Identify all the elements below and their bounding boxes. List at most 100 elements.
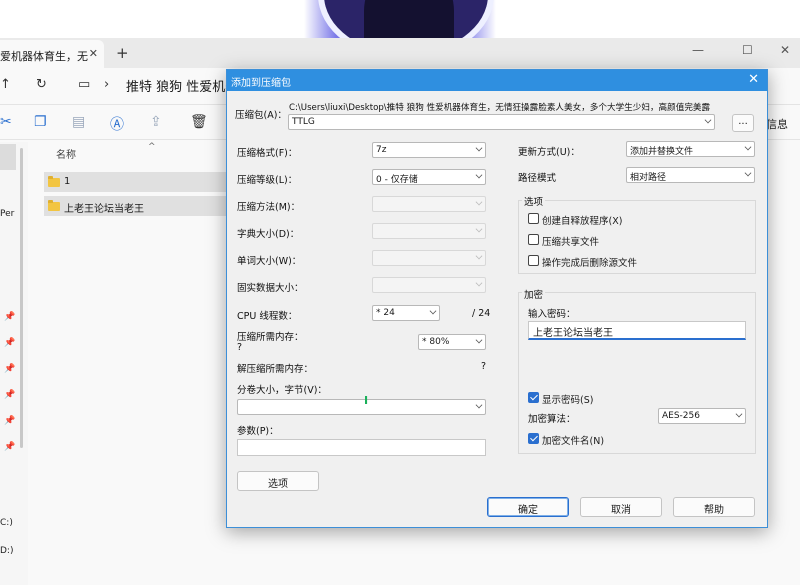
params-label: 参数(P)： — [237, 426, 279, 437]
chevron-down-icon — [744, 143, 752, 151]
chevron-down-icon — [475, 144, 483, 152]
level-value: 0 - 仅存储 — [376, 175, 418, 185]
chevron-down-icon — [475, 252, 483, 260]
folder-icon — [48, 200, 60, 211]
chevron-down-icon — [475, 401, 483, 409]
solid-select[interactable] — [372, 277, 486, 293]
share-icon[interactable]: ⇪ — [150, 114, 162, 130]
explorer-tab-bar: 爱机器体育生，无 ✕ + — ☐ ✕ — [0, 38, 800, 68]
nav-drive-d[interactable]: D:) — [0, 546, 13, 556]
password-label: 输入密码： — [528, 309, 576, 320]
word-select[interactable] — [372, 250, 486, 266]
chevron-down-icon — [475, 279, 483, 287]
folder-icon — [48, 176, 60, 187]
browse-button[interactable]: ... — [732, 114, 754, 132]
chevron-down-icon — [704, 116, 712, 124]
ok-button[interactable]: 确定 — [487, 497, 569, 517]
nav-item-label[interactable]: Per — [0, 209, 14, 219]
nav-selected-item[interactable] — [0, 144, 16, 170]
dict-select[interactable] — [372, 223, 486, 239]
chevron-down-icon — [744, 169, 752, 177]
explorer-tab[interactable]: 爱机器体育生，无 ✕ — [0, 40, 104, 68]
level-select[interactable]: 0 - 仅存储 — [372, 169, 486, 185]
chevron-down-icon — [429, 307, 437, 315]
delete-after-label: 操作完成后删除源文件 — [542, 258, 638, 269]
options-group-title: 选项 — [522, 194, 546, 208]
dialog-titlebar: 添加到压缩包 ✕ — [227, 70, 767, 91]
show-password-label: 显示密码(S) — [542, 395, 594, 406]
nav-scrollbar[interactable] — [20, 148, 23, 448]
close-icon[interactable]: ✕ — [748, 72, 759, 87]
sort-up-icon: ^ — [148, 142, 156, 152]
archive-name-combo[interactable]: TTLG — [288, 114, 715, 130]
text-cursor-icon: I — [364, 394, 369, 407]
cut-icon[interactable]: ✂ — [0, 114, 12, 130]
chevron-right-icon[interactable]: › — [104, 77, 109, 92]
encryption-method-value: AES-256 — [662, 411, 700, 421]
update-mode-select[interactable]: 添加并替换文件 — [626, 141, 755, 157]
sfx-checkbox[interactable]: 创建自释放程序(X) — [528, 213, 622, 227]
details-button[interactable]: 信息 — [766, 116, 788, 132]
close-window-icon[interactable]: ✕ — [780, 43, 790, 57]
pin-icon: 📌 — [4, 442, 16, 452]
update-label: 更新方式(U)： — [518, 147, 580, 158]
dialog-title: 添加到压缩包 — [231, 78, 291, 89]
sfx-label: 创建自释放程序(X) — [542, 216, 623, 227]
cpu-total: / 24 — [472, 308, 491, 319]
file-row[interactable]: 1 — [44, 172, 230, 192]
chevron-down-icon — [475, 171, 483, 179]
file-name: 上老王论坛当老王 — [64, 204, 144, 215]
password-input[interactable]: 上老王论坛当老王 — [528, 321, 746, 340]
decomp-value: ? — [481, 361, 487, 372]
copy-icon[interactable]: ❐ — [34, 114, 47, 130]
format-select[interactable]: 7z — [372, 142, 486, 158]
computer-icon: ▭ — [78, 77, 91, 92]
shared-files-label: 压缩共享文件 — [542, 237, 600, 248]
rename-icon[interactable]: Ⓐ — [110, 114, 124, 134]
new-tab-icon[interactable]: + — [116, 44, 129, 62]
archive-label: 压缩包(A)： — [235, 110, 287, 121]
level-label: 压缩等级(L)： — [237, 175, 298, 186]
delete-icon[interactable]: 🗑 — [190, 114, 208, 130]
method-select[interactable] — [372, 196, 486, 212]
paste-icon[interactable]: ▤ — [72, 114, 85, 130]
archive-path: C:\Users\liuxi\Desktop\推特 狼狗 性爱机器体育生，无情狂… — [289, 103, 711, 113]
cpu-select[interactable]: * 24 — [372, 305, 440, 321]
chevron-down-icon — [475, 336, 483, 344]
file-name: 1 — [64, 176, 71, 187]
cancel-button[interactable]: 取消 — [580, 497, 662, 517]
explorer-tab-title: 爱机器体育生，无 — [0, 50, 88, 63]
up-arrow-icon[interactable]: ↑ — [0, 77, 11, 92]
encrypt-names-checkbox[interactable]: 加密文件名(N) — [528, 433, 604, 447]
word-label: 单词大小(W)： — [237, 256, 302, 267]
path-mode-value: 相对路径 — [630, 173, 667, 183]
shared-files-checkbox[interactable]: 压缩共享文件 — [528, 234, 599, 248]
close-tab-icon[interactable]: ✕ — [89, 47, 98, 60]
path-mode-select[interactable]: 相对路径 — [626, 167, 755, 183]
navigation-pane: Per 📌 📌 📌 📌 📌 📌 C:) D:) — [0, 142, 28, 585]
archive-name-value: TTLG — [292, 117, 315, 127]
chevron-down-icon — [475, 225, 483, 233]
options-button[interactable]: 选项 — [237, 471, 319, 491]
update-mode-value: 添加并替换文件 — [630, 147, 694, 157]
format-value: 7z — [376, 145, 387, 155]
maximize-icon[interactable]: ☐ — [742, 43, 753, 57]
pin-icon: 📌 — [4, 390, 16, 400]
delete-after-checkbox[interactable]: 操作完成后删除源文件 — [528, 255, 637, 269]
split-size-combo[interactable] — [237, 399, 486, 415]
column-header-name[interactable]: 名称 — [56, 146, 76, 161]
checkbox-box — [528, 213, 539, 224]
path-mode-label: 路径模式 — [518, 173, 557, 184]
file-row[interactable]: 上老王论坛当老王 — [44, 196, 230, 216]
refresh-icon[interactable]: ↻ — [36, 77, 47, 92]
help-button[interactable]: 帮助 — [673, 497, 755, 517]
nav-drive-c[interactable]: C:) — [0, 518, 13, 528]
params-input[interactable] — [237, 439, 486, 456]
minimize-icon[interactable]: — — [692, 43, 704, 57]
mem-percent-select[interactable]: * 80% — [418, 334, 486, 350]
encryption-method-select[interactable]: AES-256 — [658, 408, 746, 424]
address-bar[interactable]: 推特 狼狗 性爱机器 — [126, 76, 238, 95]
mem-value: ? — [237, 342, 243, 353]
method-label: 压缩方法(M)： — [237, 202, 301, 213]
show-password-checkbox[interactable]: 显示密码(S) — [528, 392, 593, 406]
